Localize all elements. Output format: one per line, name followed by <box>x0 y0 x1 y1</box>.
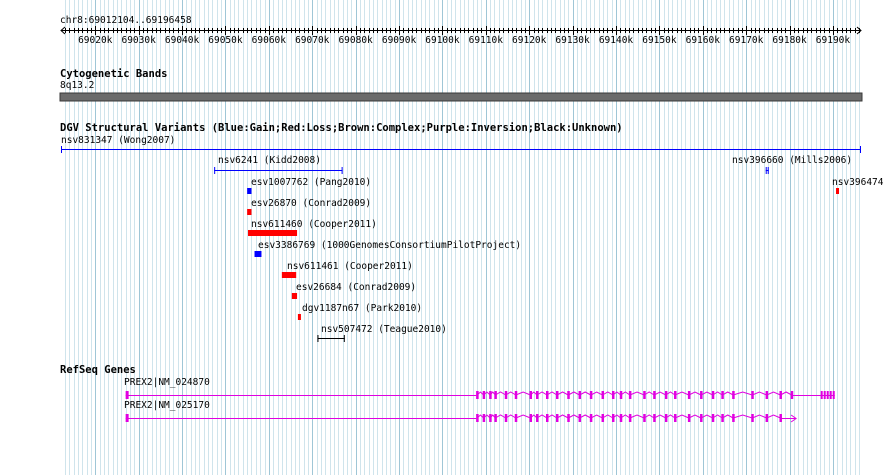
gene-intron <box>688 414 702 419</box>
sv-feature <box>836 188 840 194</box>
gene-intron <box>700 414 714 419</box>
sv-feature-label: nsv396474 <box>832 177 884 188</box>
gene-intron <box>495 414 507 419</box>
gene-intron <box>752 391 767 396</box>
gene-exon <box>820 391 823 399</box>
gene-intron <box>602 414 614 419</box>
gene-intron <box>688 391 702 396</box>
gene-intron <box>653 391 667 396</box>
gene-intron <box>629 391 645 396</box>
sv-feature-label: nsv6241 (Kidd2008) <box>218 155 321 166</box>
sv-feature-label: nsv831347 (Wong2007) <box>61 135 176 146</box>
gene-intron <box>568 391 580 396</box>
sv-feature-label: nsv396660 (Mills2006) <box>732 155 853 166</box>
gene-intron <box>722 414 734 419</box>
gene-intron <box>780 391 792 396</box>
gene-intron <box>766 391 781 396</box>
gene-intron <box>674 391 690 396</box>
gene-intron <box>700 391 714 396</box>
gene-exon <box>823 391 826 399</box>
gene-intron <box>733 391 753 396</box>
gene-label: PREX2|NM_024870 <box>124 377 210 388</box>
gene-label: PREX2|NM_025170 <box>124 400 210 411</box>
sv-feature <box>248 230 298 236</box>
sv-feature-label: esv1007762 (Pang2010) <box>251 177 372 188</box>
gene-intron <box>568 414 580 419</box>
gene-exon <box>829 391 832 399</box>
gene-intron <box>515 414 531 419</box>
sv-feature <box>281 272 297 278</box>
gene-intron <box>653 414 667 419</box>
gene-intron <box>722 391 734 396</box>
gene-intron <box>590 391 603 396</box>
sv-feature-label: dgv1187n67 (Park2010) <box>302 303 423 314</box>
gene-exon <box>832 391 835 399</box>
gene-intron <box>733 414 753 419</box>
sv-feature-label: esv3386769 (1000GenomesConsortiumPilotPr… <box>258 240 522 251</box>
gene-intron <box>579 414 592 419</box>
gene-intron <box>579 391 592 396</box>
sv-feature-label: nsv611461 (Cooper2011) <box>287 261 413 272</box>
sv-feature-label: esv26684 (Conrad2009) <box>296 282 417 293</box>
gene-intron <box>752 414 767 419</box>
sv-feature <box>291 293 298 299</box>
gene-intron <box>515 391 531 396</box>
gene-intron <box>495 391 507 396</box>
gene-intron <box>766 414 781 419</box>
gene-exon <box>826 391 829 399</box>
gene-intron <box>556 414 569 419</box>
gene-intron <box>556 391 569 396</box>
gene-intron <box>590 414 603 419</box>
sv-feature-label: nsv611460 (Cooper2011) <box>251 219 377 230</box>
sv-feature-label: esv26870 (Conrad2009) <box>251 198 372 209</box>
gene-intron <box>674 414 690 419</box>
sv-feature <box>247 209 252 215</box>
sv-feature <box>297 314 301 320</box>
gene-intron <box>602 391 614 396</box>
gene-intron <box>629 414 645 419</box>
cytoband-bar <box>59 92 863 102</box>
sv-feature-label: nsv507472 (Teague2010) <box>321 324 447 335</box>
genome-browser-view: chr8:69012104..69196458 69020k 69030k 6904… <box>0 0 890 475</box>
sv-feature <box>254 251 262 257</box>
sv-feature <box>247 188 252 194</box>
